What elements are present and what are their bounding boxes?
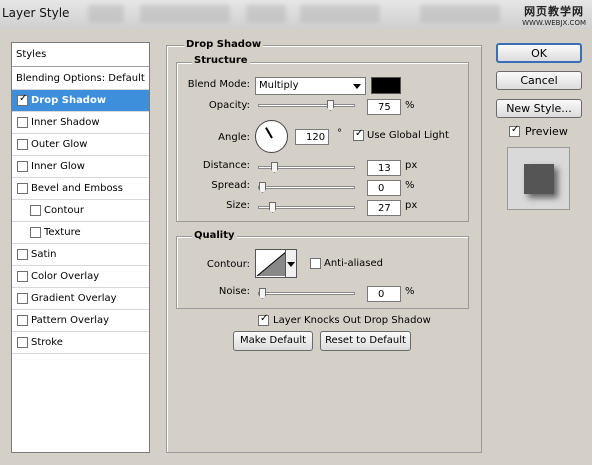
chevron-down-icon <box>353 84 361 89</box>
blend-mode-value: Multiply <box>259 80 299 91</box>
noise-label: Noise: <box>218 286 250 297</box>
angle-unit: ° <box>337 128 342 139</box>
spread-label: Spread: <box>211 180 250 191</box>
watermark-line2: WWW.WEBJX.COM <box>522 19 586 27</box>
preview-checkbox[interactable] <box>509 124 520 137</box>
style-item-checkbox[interactable] <box>17 337 28 348</box>
size-label: Size: <box>226 200 250 211</box>
angle-dial[interactable] <box>255 120 288 153</box>
opacity-label: Opacity: <box>208 100 250 111</box>
style-item-label: Color Overlay <box>31 271 100 282</box>
style-item-color-overlay[interactable]: Color Overlay <box>12 266 149 288</box>
opacity-unit: % <box>405 100 415 111</box>
style-item-checkbox[interactable] <box>17 293 28 304</box>
angle-dial-hand <box>265 127 273 139</box>
style-item-label: Pattern Overlay <box>31 315 110 326</box>
style-item-checkbox[interactable] <box>17 93 28 106</box>
style-item-label: Texture <box>44 227 81 238</box>
noise-unit: % <box>405 286 415 297</box>
style-item-checkbox[interactable] <box>17 183 28 194</box>
layer-knocks-out-checkbox[interactable] <box>258 313 269 326</box>
structure-title: Structure <box>192 55 250 66</box>
use-global-light-checkbox[interactable] <box>353 128 364 141</box>
make-default-button[interactable]: Make Default <box>233 331 313 351</box>
reset-to-default-button[interactable]: Reset to Default <box>320 331 411 351</box>
quality-group <box>176 236 469 309</box>
chevron-down-icon <box>287 262 295 267</box>
style-item-inner-shadow[interactable]: Inner Shadow <box>12 112 149 134</box>
style-item-contour[interactable]: Contour <box>12 200 149 222</box>
style-item-label: Inner Shadow <box>31 117 100 128</box>
style-item-blending-options-default[interactable]: Blending Options: Default <box>12 68 149 90</box>
watermark: 网页教学网 WWW.WEBJX.COM <box>522 3 586 27</box>
style-item-pattern-overlay[interactable]: Pattern Overlay <box>12 310 149 332</box>
style-item-checkbox[interactable] <box>17 117 28 128</box>
blend-mode-select[interactable]: Multiply <box>255 77 366 95</box>
style-item-texture[interactable]: Texture <box>12 222 149 244</box>
distance-slider[interactable] <box>258 162 355 173</box>
anti-aliased-checkbox[interactable] <box>310 258 321 269</box>
size-input[interactable]: 27 <box>367 200 401 216</box>
noise-slider[interactable] <box>258 288 355 299</box>
drop-shadow-title: Drop Shadow <box>184 39 264 50</box>
style-item-outer-glow[interactable]: Outer Glow <box>12 134 149 156</box>
blend-mode-label: Blend Mode: <box>187 79 250 90</box>
contour-dropdown-arrow[interactable] <box>285 249 297 278</box>
shadow-color-swatch[interactable] <box>371 77 401 94</box>
contour-label: Contour: <box>206 259 250 270</box>
style-item-label: Drop Shadow <box>31 95 107 106</box>
opacity-input[interactable]: 75 <box>367 99 401 115</box>
contour-curve-icon <box>256 250 288 277</box>
style-item-stroke[interactable]: Stroke <box>12 332 149 354</box>
style-item-checkbox[interactable] <box>17 271 28 282</box>
style-item-label: Contour <box>44 205 84 216</box>
styles-list: Styles Blending Options: Default Drop Sha… <box>11 42 150 453</box>
style-item-label: Satin <box>31 249 57 260</box>
size-slider[interactable] <box>258 202 355 213</box>
preview-label: Preview <box>525 125 568 138</box>
anti-aliased-label: Anti-aliased <box>324 258 384 269</box>
opacity-slider[interactable] <box>258 100 355 111</box>
spread-slider[interactable] <box>258 182 355 193</box>
use-global-light-label: Use Global Light <box>367 130 449 141</box>
preview-thumbnail <box>507 147 570 210</box>
title-bar: Layer Style 网页教学网 WWW.WEBJX.COM <box>0 0 592 29</box>
angle-input[interactable]: 120 <box>295 129 329 145</box>
window-title: Layer Style <box>2 6 70 20</box>
noise-input[interactable]: 0 <box>367 286 401 302</box>
spread-input[interactable]: 0 <box>367 180 401 196</box>
size-unit: px <box>405 200 418 211</box>
cancel-button[interactable]: Cancel <box>496 71 582 90</box>
style-item-label: Outer Glow <box>31 139 88 150</box>
distance-unit: px <box>405 160 418 171</box>
preview-shape <box>524 164 554 194</box>
style-item-checkbox[interactable] <box>17 139 28 150</box>
ok-button[interactable]: OK <box>496 43 582 63</box>
distance-label: Distance: <box>202 160 250 171</box>
style-item-checkbox[interactable] <box>17 249 28 260</box>
style-item-label: Stroke <box>31 337 63 348</box>
distance-input[interactable]: 13 <box>367 160 401 176</box>
style-item-checkbox[interactable] <box>17 315 28 326</box>
style-item-gradient-overlay[interactable]: Gradient Overlay <box>12 288 149 310</box>
watermark-line1: 网页教学网 <box>524 5 585 18</box>
style-item-bevel-and-emboss[interactable]: Bevel and Emboss <box>12 178 149 200</box>
style-item-label: Blending Options: Default <box>16 73 145 84</box>
quality-title: Quality <box>192 230 237 241</box>
new-style-button[interactable]: New Style... <box>496 99 582 118</box>
layer-knocks-out-label: Layer Knocks Out Drop Shadow <box>273 315 431 326</box>
contour-picker[interactable] <box>255 249 289 278</box>
style-item-label: Bevel and Emboss <box>31 183 123 194</box>
style-item-label: Gradient Overlay <box>31 293 117 304</box>
styles-header[interactable]: Styles <box>12 43 149 67</box>
style-item-inner-glow[interactable]: Inner Glow <box>12 156 149 178</box>
style-item-checkbox[interactable] <box>30 227 41 238</box>
style-item-drop-shadow[interactable]: Drop Shadow <box>12 90 149 112</box>
angle-label: Angle: <box>218 132 250 143</box>
style-item-satin[interactable]: Satin <box>12 244 149 266</box>
style-item-checkbox[interactable] <box>17 161 28 172</box>
style-item-checkbox[interactable] <box>30 205 41 216</box>
spread-unit: % <box>405 180 415 191</box>
style-item-label: Inner Glow <box>31 161 85 172</box>
